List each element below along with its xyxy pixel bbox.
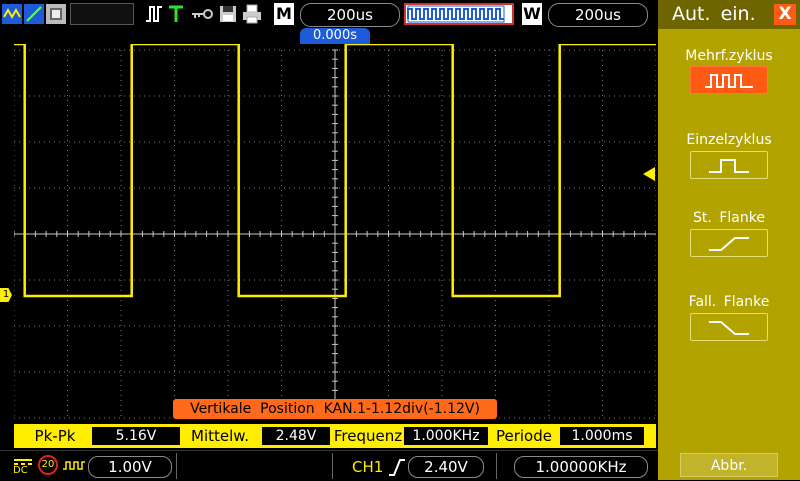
waveform-display-icon[interactable] (2, 3, 22, 25)
measurement-value: 1.000ms (560, 427, 644, 445)
measurement-label: Pk-Pk (34, 427, 76, 445)
window-timebase-letter: W (522, 3, 542, 25)
save-icon[interactable] (218, 3, 238, 25)
rising-edge-button[interactable] (690, 229, 768, 257)
channel-waveform-icon (62, 457, 86, 475)
persistence-icon[interactable] (46, 3, 66, 25)
window-position-indicator[interactable] (404, 3, 514, 25)
vector-display-icon[interactable] (24, 3, 44, 25)
measurement-value: 2.48V (262, 427, 330, 445)
menu-item-label: Fall. Flanke (688, 294, 770, 310)
divider (496, 453, 497, 479)
trigger-level-value[interactable]: 2.40V (408, 456, 484, 478)
rising-edge-icon (388, 457, 406, 477)
coupling-label: DC (13, 465, 28, 476)
main-timebase-value[interactable]: 200us (300, 3, 400, 27)
main-timebase-letter: M (274, 3, 294, 25)
bandwidth-label: 20 (41, 459, 55, 470)
trigger-status-icon (166, 3, 186, 25)
rising-edge-icon (709, 237, 749, 251)
falling-edge-icon (709, 321, 749, 335)
trigger-level-marker[interactable] (643, 167, 655, 181)
trigger-source-label: CH1 (352, 458, 384, 476)
blank-status-field (70, 3, 134, 25)
measurement-value: 5.16V (92, 427, 180, 445)
measurement-bar: Pk-Pk 5.16V Mittelw. 2.48V Frequenz 1.00… (14, 424, 656, 448)
key-lock-icon (190, 3, 214, 25)
channel-scale-value[interactable]: 1.00V (88, 456, 172, 478)
divider (332, 453, 333, 479)
run-status-icon (144, 3, 164, 25)
divider (176, 453, 177, 479)
menu-item-label: Einzelzyklus (686, 132, 772, 148)
top-status-bar: M 200us W 200us (0, 0, 658, 29)
trigger-position-label[interactable]: 0.000s (300, 28, 370, 44)
multi-cycle-button[interactable] (690, 66, 768, 94)
print-icon[interactable] (242, 3, 262, 25)
bottom-status-bar: DC 20 1.00V CH1 2.40V 1.00000KHz (0, 450, 658, 481)
auto-setup-menu: Aut. ein. X Mehrf.zyklus Einzelzyklus St… (658, 0, 800, 480)
dc-coupling-icon: DC (12, 455, 34, 477)
measurement-label: Frequenz (333, 427, 403, 445)
waveform-display[interactable] (13, 42, 657, 424)
channel-1-marker[interactable]: 1 (0, 288, 12, 302)
multi-cycle-icon (705, 74, 753, 88)
close-button[interactable]: X (774, 4, 796, 25)
measurement-label: Mittelw. (191, 427, 249, 445)
menu-title: Aut. ein. (672, 3, 756, 25)
bandwidth-limit-icon: 20 (38, 455, 58, 475)
menu-item-label: St. Flanke (693, 210, 765, 226)
measurement-value: 1.000KHz (404, 427, 488, 445)
menu-item-label: Mehrf.zyklus (685, 48, 773, 64)
cancel-button[interactable]: Abbr. (680, 453, 778, 477)
falling-edge-button[interactable] (690, 313, 768, 341)
window-timebase-value[interactable]: 200us (548, 3, 648, 27)
status-message: Vertikale Position KAN.1-1.12div(-1.12V) (173, 399, 497, 419)
single-cycle-button[interactable] (690, 151, 768, 179)
measurement-label: Periode (495, 427, 552, 445)
single-cycle-icon (709, 159, 749, 173)
waveform-graph (13, 42, 657, 419)
trigger-frequency-value: 1.00000KHz (514, 456, 648, 478)
